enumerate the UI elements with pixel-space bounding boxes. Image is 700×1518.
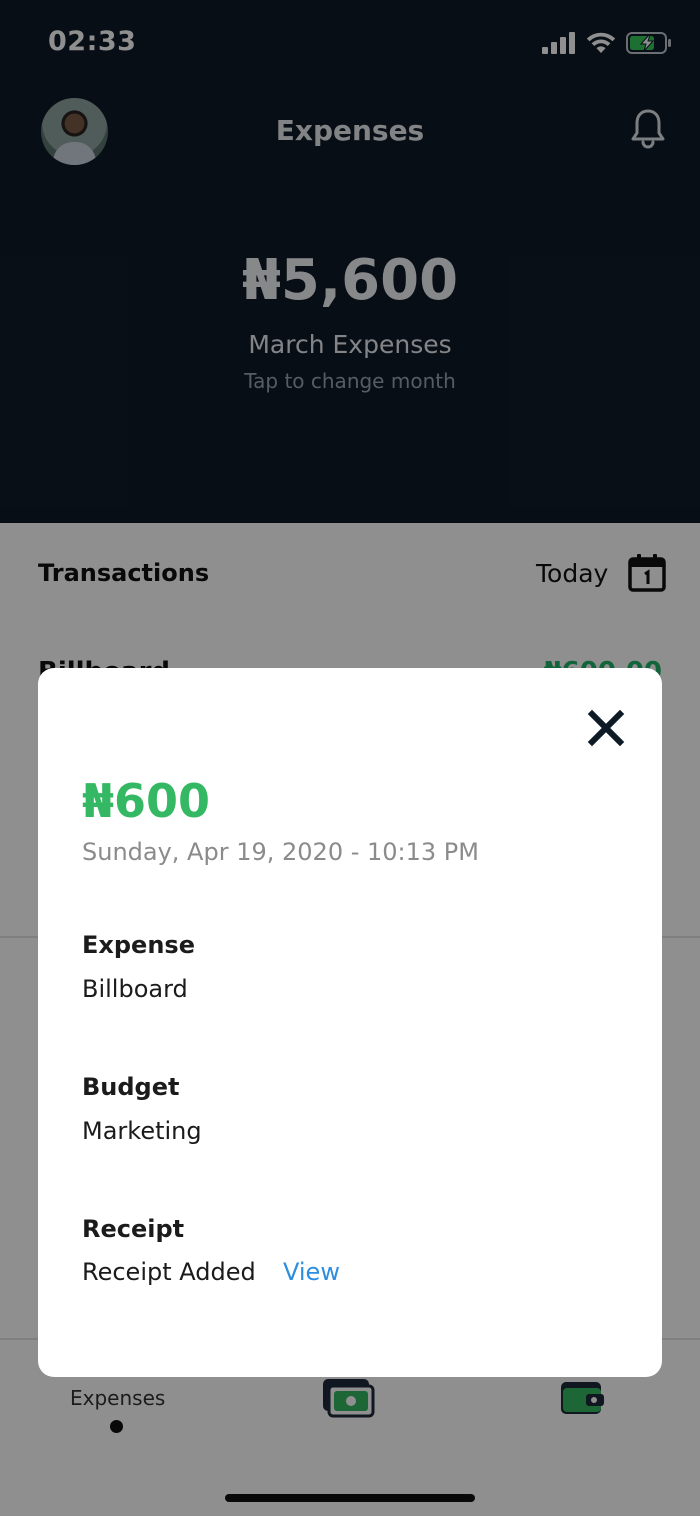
expense-value: Billboard [82,975,188,1003]
view-receipt-link[interactable]: View [283,1258,340,1286]
receipt-status: Receipt Added [82,1258,256,1286]
receipt-label: Receipt [82,1215,185,1243]
budget-value: Marketing [82,1117,202,1145]
transaction-date: Sunday, Apr 19, 2020 - 10:13 PM [82,838,479,866]
expense-label: Expense [82,931,195,959]
transaction-amount-large: ₦600 [82,774,211,828]
budget-label: Budget [82,1073,180,1101]
close-icon[interactable] [584,706,628,750]
transaction-detail-modal: ₦600 Sunday, Apr 19, 2020 - 10:13 PM Exp… [38,668,662,1377]
